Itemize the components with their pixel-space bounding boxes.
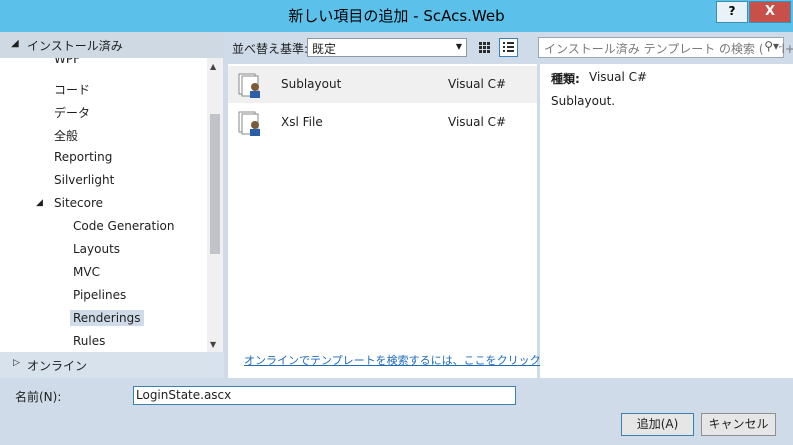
xsl-file-icon <box>238 111 264 137</box>
grid-view-icon[interactable] <box>475 38 496 59</box>
close-button[interactable]: X <box>749 1 791 23</box>
tree-item-renderings[interactable]: Renderings <box>70 310 144 326</box>
sort-select[interactable]: 既定 ▼ <box>307 38 467 57</box>
online-label: オンライン <box>27 359 88 373</box>
installed-label: インストール済み <box>27 39 123 53</box>
name-value: LoginState.ascx <box>136 388 232 402</box>
list-item[interactable]: Sublayout Visual C# <box>228 66 537 103</box>
template-name: Xsl File <box>281 115 323 129</box>
template-search-input[interactable]: インストール済み テンプレート の検索 (Ctrl+E) ⚲▾ <box>538 37 793 58</box>
category-tree: WPF コード データ 全般 Reporting Silverlight ◢ S… <box>0 58 207 352</box>
expand-arrow-icon[interactable]: ▷ <box>13 358 20 368</box>
template-list: Sublayout Visual C# Xsl File Visual C# <box>228 64 537 378</box>
tree-item-mvc[interactable]: MVC <box>73 265 100 279</box>
template-name: Sublayout <box>281 77 342 91</box>
window-title: 新しい項目の追加 - ScAcs.Web <box>288 7 505 25</box>
sort-value: 既定 <box>312 42 337 56</box>
template-language: Visual C# <box>448 115 507 129</box>
tree-item-layouts[interactable]: Layouts <box>73 242 120 256</box>
expand-arrow-icon[interactable]: ◢ <box>36 198 43 208</box>
search-icon[interactable]: ⚲▾ <box>762 39 779 53</box>
tree-item-reporting[interactable]: Reporting <box>54 150 112 164</box>
help-button[interactable]: ? <box>716 1 748 23</box>
tree-item-pipelines[interactable]: Pipelines <box>73 288 126 302</box>
tree-item-sitecore[interactable]: Sitecore <box>54 196 103 210</box>
collapse-arrow-icon[interactable]: ◢ <box>11 38 19 49</box>
sort-label: 並べ替え基準: <box>232 42 309 56</box>
search-placeholder: インストール済み テンプレート の検索 (Ctrl+E) <box>544 42 793 56</box>
tree-item-code-generation[interactable]: Code Generation <box>73 219 174 233</box>
details-pane <box>540 64 793 378</box>
tree-item-wpf[interactable]: WPF <box>54 58 80 66</box>
list-view-icon[interactable] <box>499 38 518 57</box>
type-label: 種類: <box>551 72 580 86</box>
sublayout-file-icon <box>238 73 264 99</box>
tree-item-rules[interactable]: Rules <box>73 334 105 348</box>
online-header[interactable]: ▷ オンライン <box>0 352 224 378</box>
tree-item-general[interactable]: 全般 <box>54 127 78 144</box>
list-item[interactable]: Xsl File Visual C# <box>228 104 537 141</box>
tree-scroll-thumb[interactable] <box>210 114 220 254</box>
online-search-link[interactable]: オンラインでテンプレートを検索するには、ここをクリックします。 <box>244 352 584 368</box>
installed-header[interactable]: ◢ インストール済み <box>0 32 224 58</box>
tree-item-silverlight[interactable]: Silverlight <box>54 173 114 187</box>
name-label: 名前(N): <box>15 390 62 404</box>
name-field[interactable]: LoginState.ascx <box>133 386 516 405</box>
add-button[interactable]: 追加(A) <box>621 413 694 436</box>
scroll-up-icon[interactable]: ▲ <box>210 62 216 71</box>
scroll-down-icon[interactable]: ▼ <box>210 340 216 349</box>
cancel-button[interactable]: キャンセル <box>701 413 776 436</box>
chevron-down-icon: ▼ <box>455 42 462 51</box>
template-language: Visual C# <box>448 77 507 91</box>
template-description: Sublayout. <box>551 94 616 108</box>
tree-item-code[interactable]: コード <box>54 81 90 98</box>
type-value: Visual C# <box>589 70 648 84</box>
tree-item-data[interactable]: データ <box>54 104 90 121</box>
